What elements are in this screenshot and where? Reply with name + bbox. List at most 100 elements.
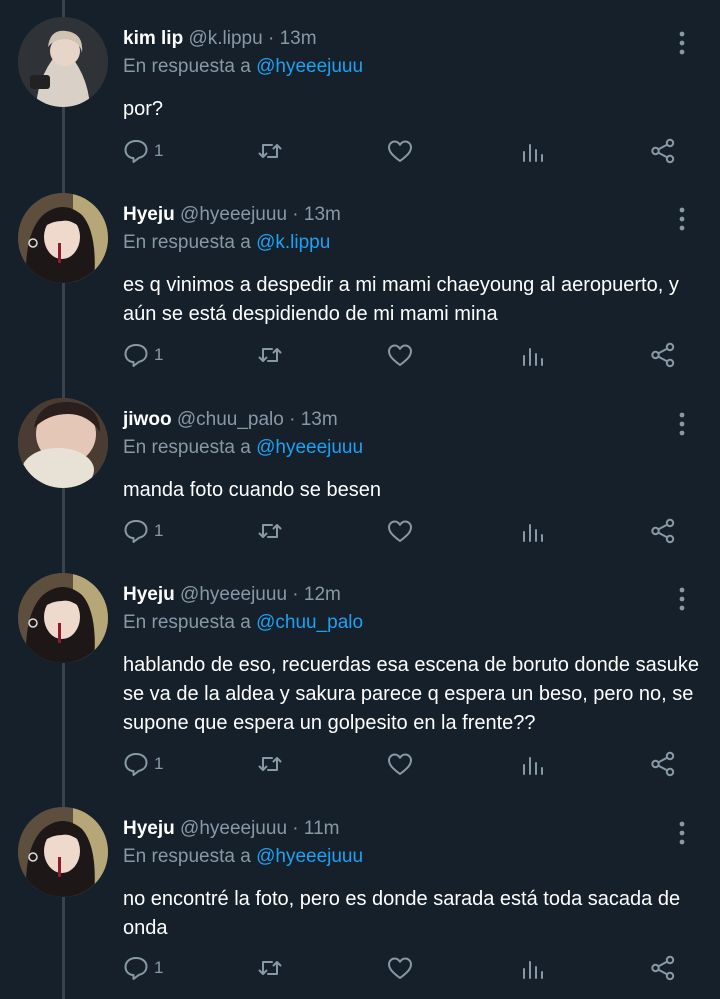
reply-count: 1	[154, 345, 164, 364]
reply-count: 1	[154, 958, 164, 977]
like-button[interactable]	[386, 746, 414, 782]
tweet-text: por?	[123, 98, 164, 120]
share-button[interactable]	[649, 950, 677, 986]
retweet-icon	[258, 757, 282, 771]
analytics-icon	[523, 524, 543, 542]
avatar[interactable]	[18, 17, 108, 107]
like-button[interactable]	[386, 337, 414, 373]
retweet-icon	[258, 961, 282, 975]
avatar[interactable]	[18, 398, 108, 488]
avatar[interactable]	[18, 573, 108, 663]
action-bar: 1	[0, 133, 720, 169]
display-name[interactable]: kim lip	[123, 28, 183, 49]
share-icon	[651, 518, 675, 544]
mention-link[interactable]: @hyeeejuuu	[256, 437, 363, 458]
separator-dot: ·	[289, 409, 296, 430]
reply-icon	[124, 140, 148, 163]
like-button[interactable]	[386, 950, 414, 986]
tweet-header: kim lip @k.lippu · 13m	[123, 27, 317, 51]
heart-icon	[388, 753, 412, 775]
analytics-icon	[523, 348, 543, 366]
more-options-icon[interactable]	[672, 585, 692, 613]
reply-button[interactable]: 1	[122, 133, 163, 169]
heart-icon	[388, 957, 412, 979]
avatar[interactable]	[18, 193, 108, 283]
reply-button[interactable]: 1	[122, 513, 163, 549]
more-options-icon[interactable]	[672, 205, 692, 233]
reply-context: En respuesta a @chuu_palo	[123, 611, 363, 635]
heart-icon	[388, 140, 412, 162]
share-icon	[651, 342, 675, 368]
user-handle[interactable]: @chuu_palo	[177, 409, 284, 430]
reply-thread: kim lip @k.lippu · 13m En respuesta a @h…	[0, 0, 720, 999]
reply-icon	[124, 344, 148, 367]
separator-dot: ·	[292, 204, 299, 225]
retweet-icon	[258, 348, 282, 362]
mention-link[interactable]: @k.lippu	[256, 232, 330, 253]
more-options-icon[interactable]	[672, 29, 692, 57]
display-name[interactable]: Hyeju	[123, 204, 175, 225]
tweet-header: Hyeju @hyeeejuuu · 11m	[123, 817, 339, 841]
timestamp[interactable]: 13m	[301, 409, 338, 430]
reply-button[interactable]: 1	[122, 950, 163, 986]
retweet-button[interactable]	[256, 133, 284, 169]
separator-dot: ·	[267, 28, 275, 49]
like-button[interactable]	[386, 133, 414, 169]
action-bar: 1	[0, 950, 720, 986]
share-icon	[651, 955, 675, 981]
reply-button[interactable]: 1	[122, 746, 163, 782]
share-icon	[651, 751, 675, 777]
timestamp[interactable]: 13m	[304, 204, 341, 225]
retweet-button[interactable]	[256, 950, 284, 986]
action-bar: 1	[0, 513, 720, 549]
display-name[interactable]: Hyeju	[123, 584, 175, 605]
reply-icon	[124, 957, 148, 980]
mention-link[interactable]: @hyeeejuuu	[256, 846, 363, 867]
reply-context: En respuesta a @hyeeejuuu	[123, 845, 363, 869]
reply-context: En respuesta a @hyeeejuuu	[123, 436, 363, 460]
timestamp[interactable]: 12m	[304, 584, 341, 605]
heart-icon	[388, 344, 412, 366]
reply-icon	[124, 753, 148, 776]
more-options-icon[interactable]	[672, 410, 692, 438]
reply-prefix: En respuesta a	[123, 437, 251, 458]
analytics-button[interactable]	[519, 950, 547, 986]
reply-count: 1	[154, 754, 164, 773]
like-button[interactable]	[386, 513, 414, 549]
analytics-button[interactable]	[519, 513, 547, 549]
timestamp[interactable]: 13m	[280, 28, 317, 49]
more-options-icon[interactable]	[672, 819, 692, 847]
separator-dot: ·	[292, 818, 299, 839]
user-handle[interactable]: @k.lippu	[188, 28, 262, 49]
share-button[interactable]	[649, 337, 677, 373]
mention-link[interactable]: @hyeeejuuu	[256, 56, 363, 77]
analytics-icon	[523, 757, 543, 775]
share-button[interactable]	[649, 746, 677, 782]
user-handle[interactable]: @hyeeejuuu	[180, 204, 287, 225]
analytics-button[interactable]	[519, 746, 547, 782]
reply-context: En respuesta a @k.lippu	[123, 231, 330, 255]
analytics-button[interactable]	[519, 133, 547, 169]
retweet-button[interactable]	[256, 337, 284, 373]
display-name[interactable]: Hyeju	[123, 818, 175, 839]
share-button[interactable]	[649, 513, 677, 549]
display-name[interactable]: jiwoo	[123, 409, 172, 430]
reply-prefix: En respuesta a	[123, 612, 251, 633]
action-bar: 1	[0, 337, 720, 373]
timestamp[interactable]: 11m	[304, 818, 340, 839]
user-handle[interactable]: @hyeeejuuu	[180, 818, 287, 839]
retweet-button[interactable]	[256, 513, 284, 549]
reply-count: 1	[154, 521, 164, 540]
tweet-header: Hyeju @hyeeejuuu · 12m	[123, 583, 341, 607]
reply-count: 1	[154, 141, 164, 160]
avatar[interactable]	[18, 807, 108, 897]
analytics-icon	[523, 961, 543, 979]
user-handle[interactable]: @hyeeejuuu	[180, 584, 287, 605]
share-button[interactable]	[649, 133, 677, 169]
reply-icon	[124, 520, 148, 543]
retweet-button[interactable]	[256, 746, 284, 782]
mention-link[interactable]: @chuu_palo	[256, 612, 363, 633]
tweet-header: Hyeju @hyeeejuuu · 13m	[123, 203, 341, 227]
analytics-button[interactable]	[519, 337, 547, 373]
reply-button[interactable]: 1	[122, 337, 163, 373]
